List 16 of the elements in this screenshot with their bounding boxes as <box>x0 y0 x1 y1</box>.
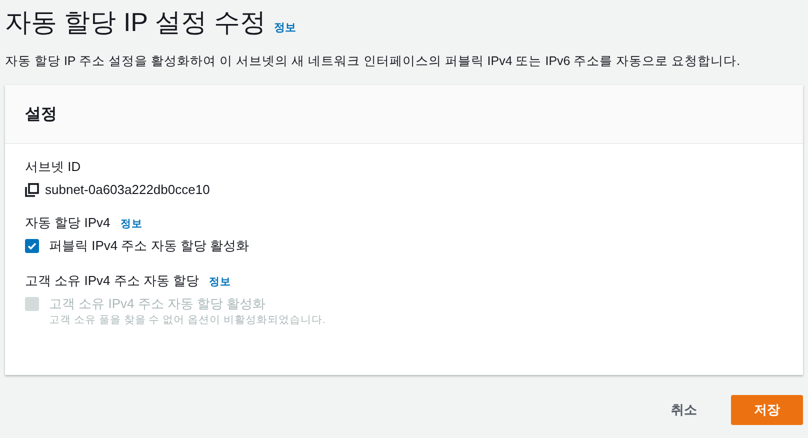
save-button[interactable]: 저장 <box>731 395 803 425</box>
subnet-id: subnet-0a603a222db0cce10 <box>45 182 210 197</box>
info-link[interactable]: 정보 <box>274 20 296 35</box>
checkbox[interactable] <box>25 239 39 253</box>
cancel-button[interactable]: 취소 <box>649 395 719 425</box>
copy-icon[interactable] <box>25 182 39 196</box>
field-label: 자동 할당 IPv4 <box>25 214 110 232</box>
page-description: 자동 할당 IP 주소 설정을 활성화하여 이 서브넷의 새 네트워크 인터페이스의 퍼블릭 IPv4 또는 IPv6 주소를 자동으로 요청합니다. <box>5 53 742 70</box>
checkbox-label: 퍼블릭 IPv4 주소 자동 할당 활성화 <box>49 237 250 255</box>
page-title: 자동 할당 IP 설정 수정 <box>5 6 266 39</box>
info-link[interactable]: 정보 <box>120 217 142 231</box>
checkbox-label: 고객 소유 IPv4 주소 자동 할당 활성화 <box>49 295 266 313</box>
field-label: 서브넷 ID <box>25 158 81 176</box>
hint-text: 고객 소유 풀을 찾을 수 없어 옵션이 비활성화되었습니다. <box>49 313 326 327</box>
panel-title: 설정 <box>25 104 57 124</box>
field-label: 고객 소유 IPv4 주소 자동 할당 <box>25 272 200 290</box>
